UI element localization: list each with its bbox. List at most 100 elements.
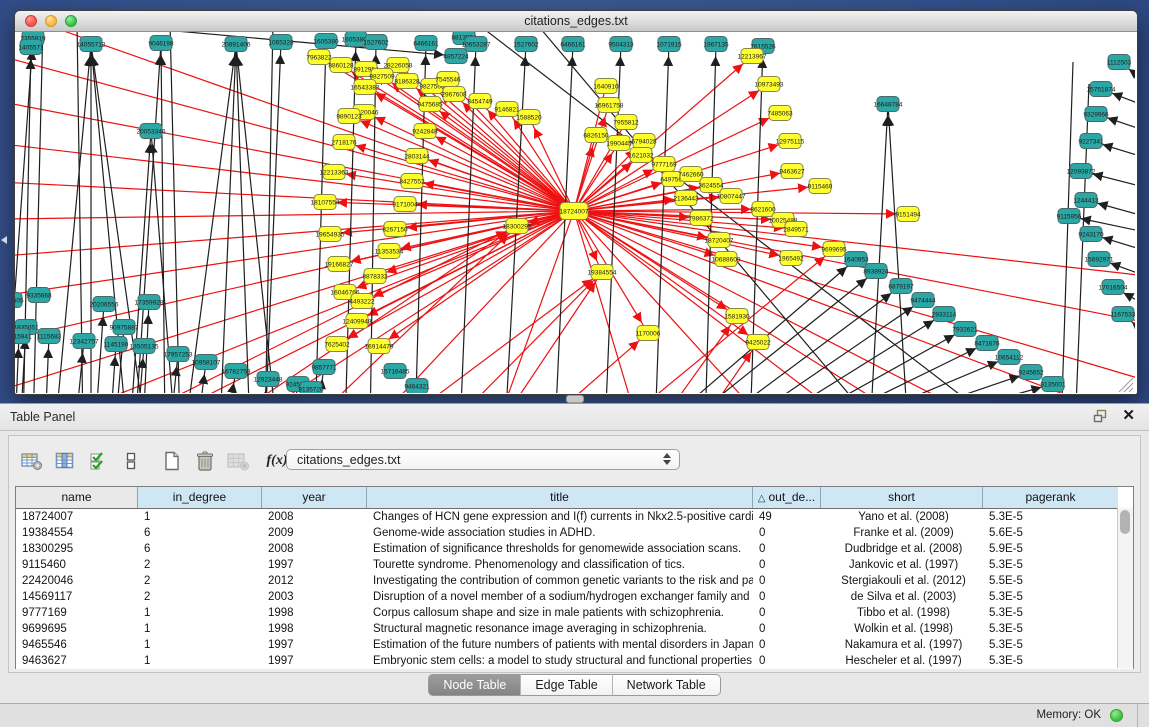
graph-node[interactable]: 8860128 bbox=[328, 58, 354, 73]
table-row[interactable]: 946362711997Embryonic stem cells: a mode… bbox=[16, 653, 1133, 669]
graph-node[interactable]: 1581930 bbox=[724, 309, 750, 324]
graph-node[interactable]: 3915941 bbox=[15, 329, 32, 344]
graph-node[interactable]: 8427552 bbox=[399, 174, 425, 189]
select-rows-icon[interactable] bbox=[83, 449, 113, 473]
graph-node[interactable]: 9115460 bbox=[808, 179, 833, 194]
graph-node[interactable]: 2718176 bbox=[331, 135, 357, 150]
graph-node[interactable]: 9504313 bbox=[608, 37, 634, 52]
graph-node[interactable]: 12093872 bbox=[1067, 164, 1096, 179]
graph-node[interactable]: 1965492 bbox=[778, 251, 804, 266]
graph-node[interactable]: 18720407 bbox=[705, 233, 734, 248]
column-header-title[interactable]: title bbox=[367, 487, 753, 508]
graph-node[interactable]: 11353534 bbox=[375, 244, 404, 259]
graph-node[interactable]: 6466161 bbox=[560, 37, 586, 52]
graph-node[interactable]: 16914479 bbox=[365, 339, 394, 354]
table-row[interactable]: 1830029562008Estimation of significance … bbox=[16, 541, 1133, 557]
table-settings-icon[interactable] bbox=[17, 449, 47, 473]
graph-node[interactable]: 9243170 bbox=[1078, 227, 1104, 242]
graph-node[interactable]: 1527602 bbox=[363, 35, 389, 50]
graph-node[interactable]: 20053346 bbox=[137, 124, 166, 139]
tab-edge-table[interactable]: Edge Table bbox=[521, 674, 612, 696]
graph-node[interactable]: 7545546 bbox=[435, 72, 461, 87]
graph-node[interactable]: 20891406 bbox=[222, 37, 251, 52]
graph-node[interactable]: 1244413 bbox=[1073, 193, 1099, 208]
graph-node[interactable]: 1071915 bbox=[656, 37, 682, 52]
graph-node[interactable]: 19654935 bbox=[316, 227, 345, 242]
graph-node[interactable]: 1167533 bbox=[1111, 307, 1135, 322]
table-row[interactable]: 1938455462009Genome-wide association stu… bbox=[16, 525, 1133, 541]
graph-node[interactable]: 1145190 bbox=[104, 337, 129, 352]
column-visibility-icon[interactable] bbox=[50, 449, 80, 473]
network-canvas[interactable]: 2355919140557114055712904619820891406106… bbox=[15, 32, 1135, 393]
graph-node[interactable]: 10807447 bbox=[717, 189, 746, 204]
graph-node[interactable]: 2849571 bbox=[783, 222, 809, 237]
graph-node[interactable]: 9242848 bbox=[412, 124, 438, 139]
graph-node[interactable]: 16961758 bbox=[595, 98, 624, 113]
column-header-short[interactable]: short bbox=[821, 487, 983, 508]
graph-node[interactable]: 9475685 bbox=[417, 97, 443, 112]
table-row[interactable]: 977716911998Corpus callosum shape and si… bbox=[16, 605, 1133, 621]
graph-node[interactable]: 2136443 bbox=[673, 191, 699, 206]
window-titlebar[interactable]: citations_edges.txt bbox=[15, 11, 1137, 32]
graph-node[interactable]: 7485063 bbox=[767, 106, 793, 121]
column-header-year[interactable]: year bbox=[262, 487, 367, 508]
graph-node[interactable]: 90975887 bbox=[110, 320, 139, 335]
graph-node[interactable]: 16543382 bbox=[351, 80, 380, 95]
table-row[interactable]: 946554611997Estimation of the future num… bbox=[16, 637, 1133, 653]
table-row[interactable]: 969969511998Structural magnetic resonanc… bbox=[16, 621, 1133, 637]
graph-node[interactable]: 1621032 bbox=[628, 148, 654, 163]
graph-node[interactable]: 4857224 bbox=[443, 49, 469, 64]
graph-node[interactable]: 7625402 bbox=[324, 337, 350, 352]
graph-node[interactable]: 10653287 bbox=[462, 37, 491, 52]
graph-node[interactable]: 16648784 bbox=[874, 97, 903, 112]
scrollbar-thumb[interactable] bbox=[1120, 510, 1130, 534]
graph-node[interactable]: 1405571 bbox=[18, 40, 44, 55]
rows-icon[interactable] bbox=[116, 449, 146, 473]
table-selector-dropdown[interactable]: citations_edges.txt bbox=[286, 449, 680, 470]
graph-node[interactable]: 12213363 bbox=[320, 165, 349, 180]
graph-node[interactable]: 12213967 bbox=[738, 49, 767, 64]
splitter-collapse-arrow[interactable] bbox=[1, 236, 7, 244]
graph-node[interactable]: 1640953 bbox=[843, 252, 869, 267]
column-header-in_degree[interactable]: in_degree bbox=[138, 487, 262, 508]
graph-node[interactable]: 9335668 bbox=[26, 288, 52, 303]
graph-node[interactable]: 8471676 bbox=[974, 336, 1000, 351]
graph-node[interactable]: 9699695 bbox=[821, 242, 847, 257]
graph-node[interactable]: 2803144 bbox=[404, 149, 430, 164]
graph-node[interactable]: 6826150 bbox=[583, 128, 609, 143]
float-panel-icon[interactable] bbox=[1093, 409, 1108, 423]
graph-node[interactable]: 1112503 bbox=[1107, 55, 1132, 70]
panel-splitter-handle[interactable] bbox=[566, 395, 584, 403]
graph-node[interactable]: 17016504 bbox=[1099, 280, 1128, 295]
graph-node[interactable]: 9151494 bbox=[895, 207, 921, 222]
graph-node[interactable]: 7986372 bbox=[688, 211, 714, 226]
graph-node[interactable]: 12923448 bbox=[254, 372, 283, 387]
graph-node[interactable]: 9463627 bbox=[779, 164, 805, 179]
tab-network-table[interactable]: Network Table bbox=[613, 674, 721, 696]
graph-node[interactable]: 9857771 bbox=[311, 360, 337, 375]
column-header-name[interactable]: name bbox=[16, 487, 138, 508]
column-header-pagerank[interactable]: pagerank bbox=[983, 487, 1118, 508]
graph-node[interactable]: 9227341 bbox=[1078, 134, 1104, 149]
graph-node[interactable]: 1527602 bbox=[513, 37, 539, 52]
graph-node[interactable]: 17957253 bbox=[164, 347, 193, 362]
graph-node[interactable]: 17359928 bbox=[135, 295, 164, 310]
graph-node[interactable]: 20206556 bbox=[90, 297, 119, 312]
graph-node[interactable]: 4493222 bbox=[349, 294, 375, 309]
graph-node[interactable]: 1640910 bbox=[593, 79, 619, 94]
graph-node[interactable]: 19166827 bbox=[325, 257, 354, 272]
graph-node[interactable]: 16782759 bbox=[222, 364, 251, 379]
tab-node-table[interactable]: Node Table bbox=[428, 674, 521, 696]
graph-node[interactable]: 14055712 bbox=[77, 37, 106, 52]
graph-node[interactable]: 18107554 bbox=[311, 195, 340, 210]
new-column-icon[interactable] bbox=[157, 449, 187, 473]
graph-node[interactable]: 1990445 bbox=[606, 136, 632, 151]
graph-node[interactable]: 15692971 bbox=[1085, 252, 1114, 267]
graph-node[interactable]: 10958107 bbox=[192, 355, 221, 370]
graph-node[interactable]: 7932621 bbox=[952, 322, 978, 337]
graph-node[interactable]: 10973493 bbox=[755, 77, 784, 92]
graph-node[interactable]: 2967608 bbox=[441, 87, 467, 102]
graph-node[interactable]: 18724007 bbox=[560, 203, 589, 220]
graph-node[interactable]: 13505135 bbox=[130, 339, 159, 354]
graph-node[interactable]: 10654112 bbox=[995, 350, 1024, 365]
